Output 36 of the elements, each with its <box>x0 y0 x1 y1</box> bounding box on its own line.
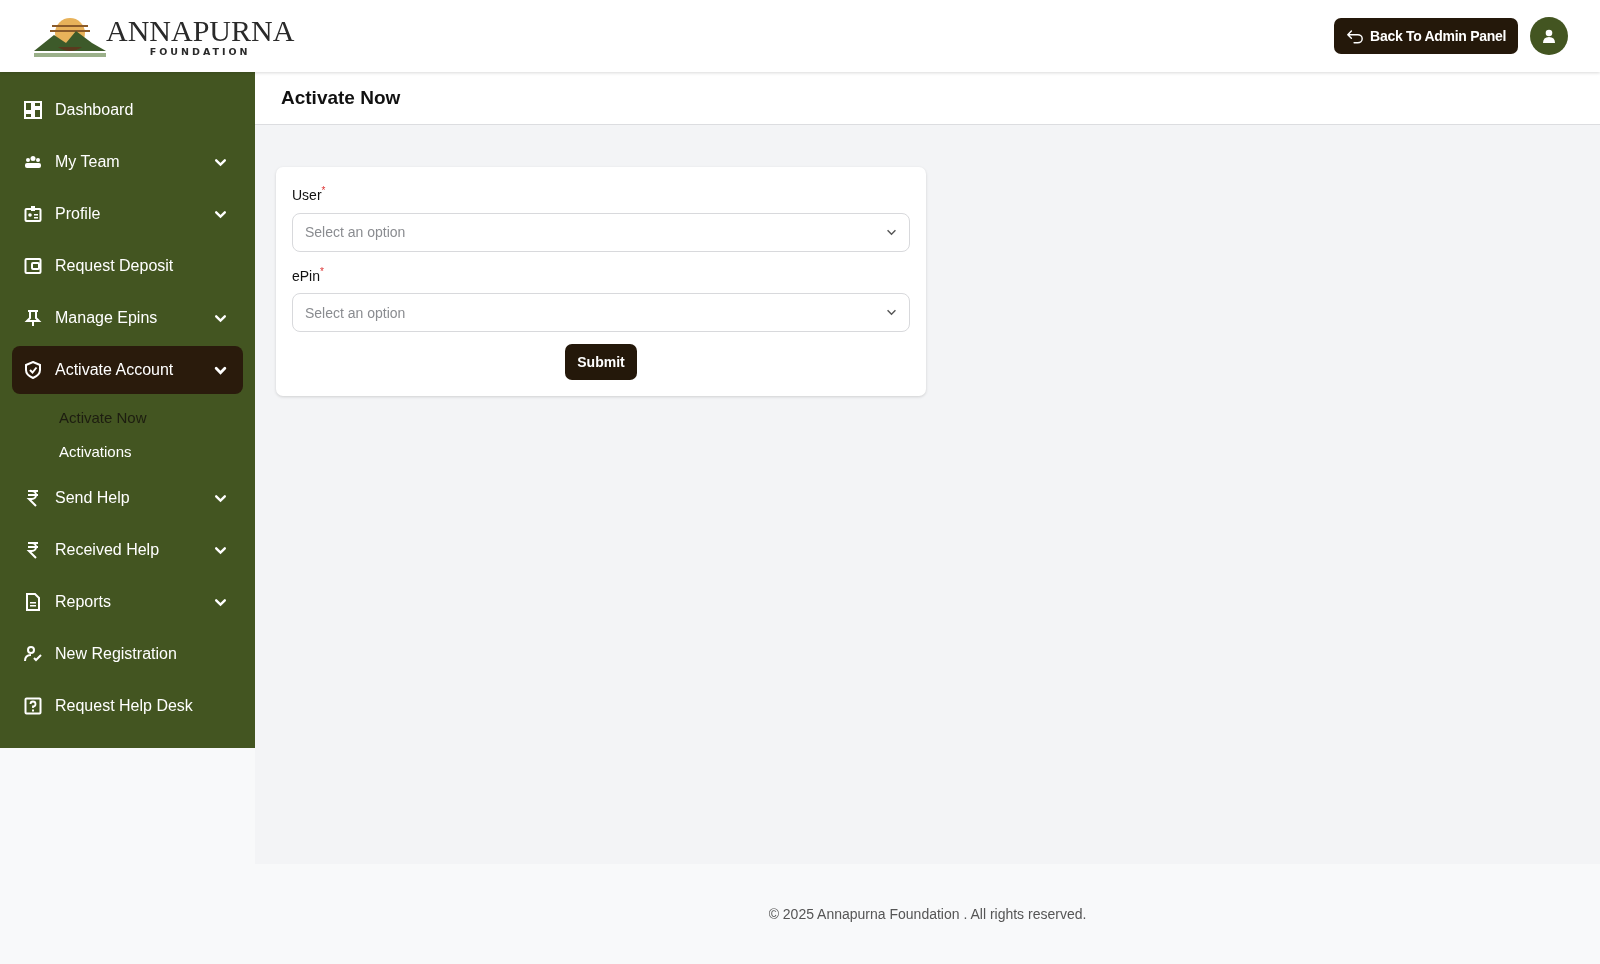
sidebar-item[interactable]: Send Help <box>12 474 243 522</box>
back-to-admin-button[interactable]: Back To Admin Panel <box>1334 18 1518 54</box>
user-icon <box>1541 28 1557 44</box>
pin-icon <box>24 309 42 327</box>
user-avatar[interactable] <box>1530 17 1568 55</box>
sidebar-item[interactable]: Request Deposit <box>12 242 243 290</box>
sidebar-item[interactable]: Reports <box>12 578 243 626</box>
sidebar-item[interactable]: Profile <box>12 190 243 238</box>
sidebar-item[interactable]: Request Help Desk <box>12 682 243 730</box>
chevron-icon <box>886 309 897 317</box>
doc-icon <box>24 593 42 611</box>
field-label: ePin$^{*}$ <box>292 265 325 284</box>
page-title: Activate Now <box>281 87 401 109</box>
sidebar-item[interactable]: Received Help <box>12 526 243 574</box>
logo-wordmark: ANNAPURNA <box>106 15 295 46</box>
back-arrow-icon <box>1346 28 1365 44</box>
team-icon <box>24 153 42 171</box>
sidebar-item[interactable]: Dashboard <box>12 86 243 134</box>
chevron-icon <box>886 228 897 236</box>
sidebar-item[interactable]: Manage Epins <box>12 294 243 342</box>
wallet-icon <box>24 257 42 275</box>
submenu-item[interactable]: Activations <box>59 434 255 468</box>
select-field[interactable]: Select an option <box>292 212 910 252</box>
select-field[interactable]: Select an option <box>292 293 910 333</box>
footer-text: © 2025 Annapurna Foundation . All rights reserved. <box>767 905 1088 924</box>
sidebar-item[interactable]: My Team <box>12 138 243 186</box>
submit-button[interactable]: Submit <box>565 344 637 381</box>
logo-tagline: FOUNDATION <box>149 45 251 57</box>
userck-icon <box>24 645 42 663</box>
sidebar-item[interactable]: Activate Account <box>12 346 243 394</box>
shield-icon <box>24 361 42 379</box>
field-label: User$^{*}$ <box>292 185 327 203</box>
grid-icon <box>24 101 42 119</box>
sidebar-item[interactable]: New Registration <box>12 630 243 678</box>
help-icon <box>24 697 42 715</box>
badge-icon <box>24 205 42 223</box>
